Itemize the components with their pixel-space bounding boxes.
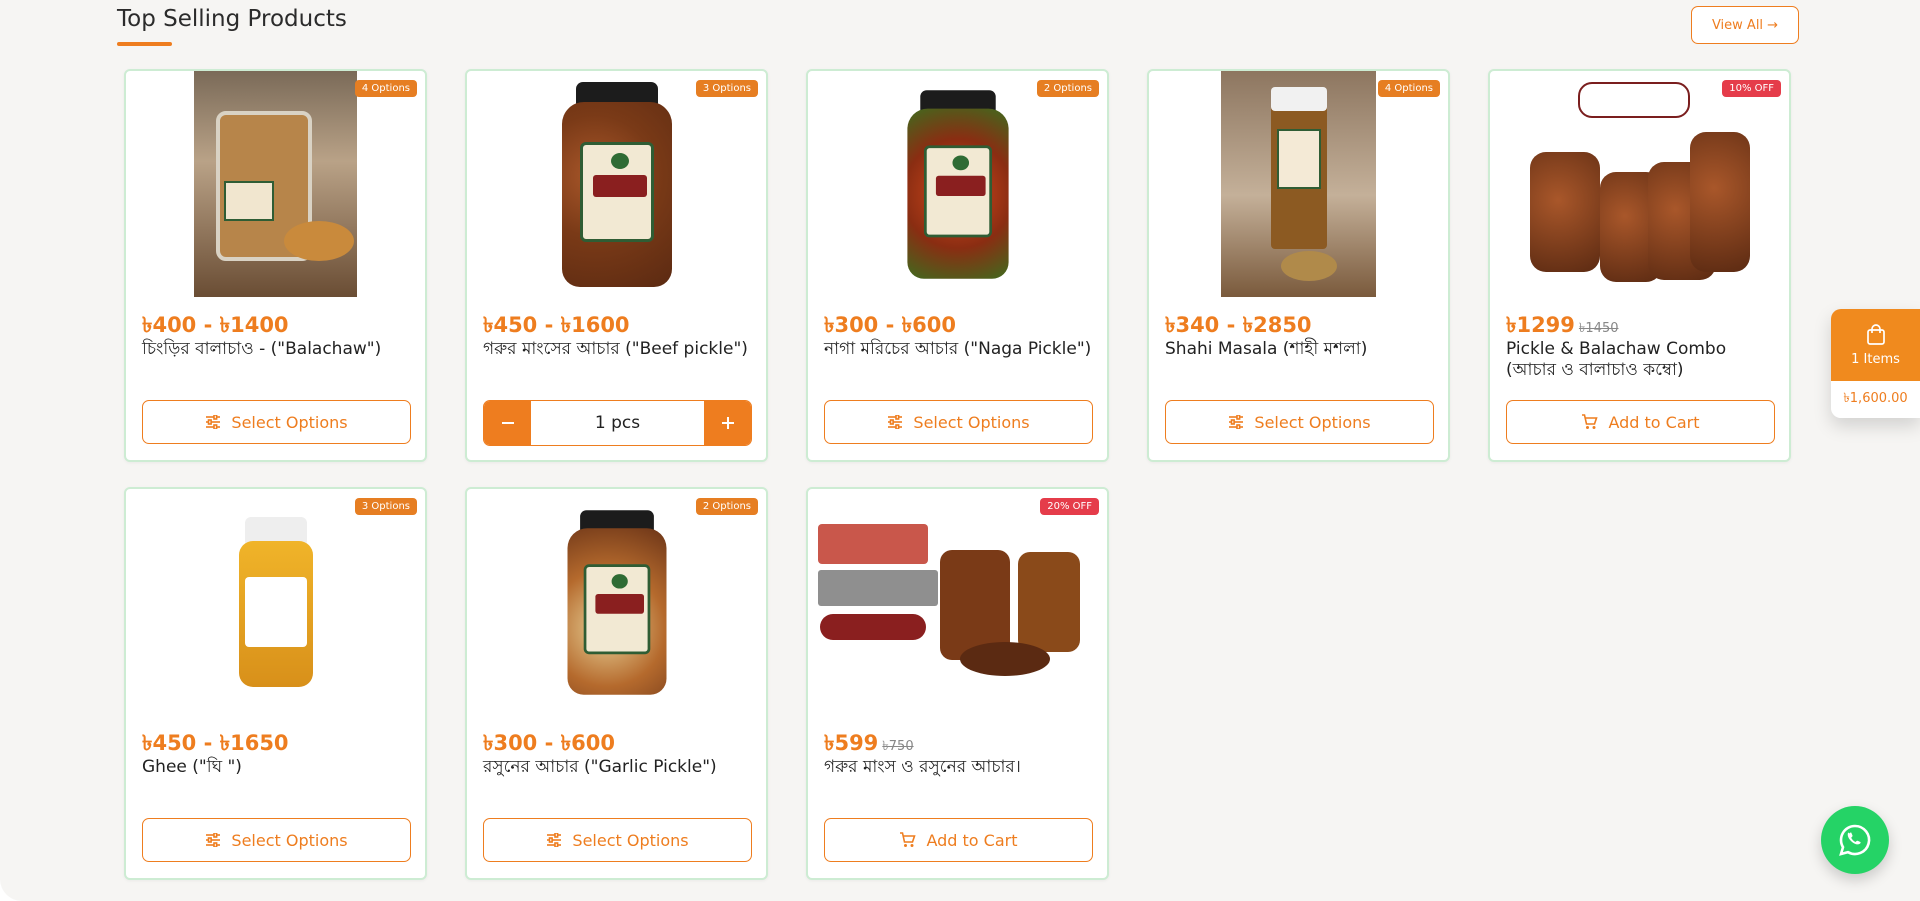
ghee-bottle <box>238 517 313 687</box>
sliders-icon <box>888 415 903 429</box>
garlic-pickle-jar <box>563 509 669 695</box>
options-badge: 3 Options <box>695 80 758 97</box>
product-card[interactable]: 4 Options ৳400 - ৳1400 চিংড়ির বালাচাও -… <box>124 69 427 462</box>
product-image[interactable] <box>126 489 425 715</box>
options-badge: 3 Options <box>354 498 417 515</box>
product-name[interactable]: Pickle & Balachaw Combo (আচার ও বালাচাও … <box>1506 339 1780 381</box>
sliders-icon <box>1229 415 1244 429</box>
product-card[interactable]: 2 Options ৳300 - ৳600 নাগা মরিচের আচার (… <box>806 69 1109 462</box>
floating-mini-cart[interactable]: 1 Items ৳1,600.00 <box>1831 309 1920 418</box>
product-card[interactable]: 10% OFF ৳1299 ৳1450 Pickle & Balachaw Com… <box>1488 69 1791 462</box>
options-badge: 4 Options <box>1377 80 1440 97</box>
product-image[interactable] <box>808 489 1107 715</box>
sliders-icon <box>547 833 562 847</box>
section-title: Top Selling Products <box>117 6 347 32</box>
add-to-cart-button[interactable]: Add to Cart <box>1506 400 1775 444</box>
discount-badge: 10% OFF <box>1722 80 1781 97</box>
product-image[interactable] <box>1490 71 1789 297</box>
decrease-quantity-button[interactable] <box>484 401 531 445</box>
options-badge: 2 Options <box>1036 80 1099 97</box>
shahi-masala-photo <box>1221 71 1376 297</box>
select-options-button[interactable]: Select Options <box>142 818 411 862</box>
whatsapp-icon <box>1839 824 1871 856</box>
quantity-stepper: 1 pcs <box>483 400 752 446</box>
quantity-value[interactable]: 1 pcs <box>531 401 704 445</box>
mini-cart-total: ৳1,600.00 <box>1831 381 1920 418</box>
balachaw-jar-photo <box>194 71 357 297</box>
options-badge: 4 Options <box>354 80 417 97</box>
view-all-button[interactable]: View All → <box>1691 6 1799 44</box>
add-to-cart-button[interactable]: Add to Cart <box>824 818 1093 862</box>
add-to-cart-label: Add to Cart <box>926 830 1018 850</box>
product-image[interactable] <box>467 71 766 297</box>
cart-icon <box>1582 414 1599 429</box>
mini-cart-items[interactable]: 1 Items <box>1831 309 1920 381</box>
sale-price: ৳599 <box>824 731 879 755</box>
product-name[interactable]: গরুর মাংস ও রসুনের আচার। <box>824 757 1098 778</box>
product-card[interactable]: 20% OFF ৳599 ৳750 গরুর মাংস ও রসুনের আচার… <box>806 487 1109 880</box>
mini-cart-count: 1 Items <box>1851 351 1900 367</box>
select-options-label: Select Options <box>231 830 348 850</box>
product-name[interactable]: Shahi Masala (শাহী মশলা) <box>1165 339 1439 360</box>
options-badge: 2 Options <box>695 498 758 515</box>
sale-price: ৳1299 <box>1506 313 1575 337</box>
minus-icon <box>501 422 514 424</box>
select-options-button[interactable]: Select Options <box>483 818 752 862</box>
select-options-button[interactable]: Select Options <box>824 400 1093 444</box>
product-image[interactable] <box>808 71 1107 297</box>
product-name[interactable]: Ghee ("ঘি ") <box>142 757 416 778</box>
product-name[interactable]: রসুনের আচার ("Garlic Pickle") <box>483 757 757 778</box>
select-options-label: Select Options <box>572 830 689 850</box>
add-to-cart-label: Add to Cart <box>1608 412 1700 432</box>
product-image[interactable] <box>126 71 425 297</box>
product-name[interactable]: নাগা মরিচের আচার ("Naga Pickle") <box>824 339 1098 360</box>
beef-pickle-jar <box>558 81 676 287</box>
original-price: ৳1450 <box>1578 321 1619 336</box>
product-name[interactable]: গরুর মাংসের আচার ("Beef pickle") <box>483 339 757 360</box>
select-options-label: Select Options <box>231 412 348 432</box>
shopping-bag-icon <box>1866 323 1885 345</box>
whatsapp-chat-button[interactable] <box>1821 806 1889 874</box>
product-card[interactable]: 2 Options ৳300 - ৳600 রসুনের আচার ("Garl… <box>465 487 768 880</box>
pickle-combo-photo <box>1529 81 1750 287</box>
section-header: Top Selling Products View All → <box>117 0 1799 48</box>
select-options-button[interactable]: Select Options <box>142 400 411 444</box>
page-background: Top Selling Products View All → 4 Option… <box>0 0 1920 901</box>
product-image[interactable] <box>1149 71 1448 297</box>
discount-badge: 20% OFF <box>1040 498 1099 515</box>
plus-icon <box>721 417 734 429</box>
product-card[interactable]: 3 Options ৳450 - ৳1600 গরুর মাংসের আচার … <box>465 69 768 462</box>
section-title-underline <box>117 42 172 46</box>
select-options-label: Select Options <box>913 412 1030 432</box>
select-options-button[interactable]: Select Options <box>1165 400 1434 444</box>
original-price: ৳750 <box>882 739 914 754</box>
increase-quantity-button[interactable] <box>704 401 751 445</box>
product-card[interactable]: 3 Options ৳450 - ৳1650 Ghee ("ঘি ") Sele… <box>124 487 427 880</box>
naga-pickle-jar <box>903 89 1012 279</box>
cart-icon <box>900 832 917 847</box>
product-name[interactable]: চিংড়ির বালাচাও - ("Balachaw") <box>142 339 416 360</box>
product-image[interactable] <box>467 489 766 715</box>
sliders-icon <box>206 833 221 847</box>
sliders-icon <box>206 415 221 429</box>
product-card[interactable]: 4 Options ৳340 - ৳2850 Shahi Masala (শাহ… <box>1147 69 1450 462</box>
beef-garlic-combo-banner <box>810 522 1106 682</box>
select-options-label: Select Options <box>1254 412 1371 432</box>
